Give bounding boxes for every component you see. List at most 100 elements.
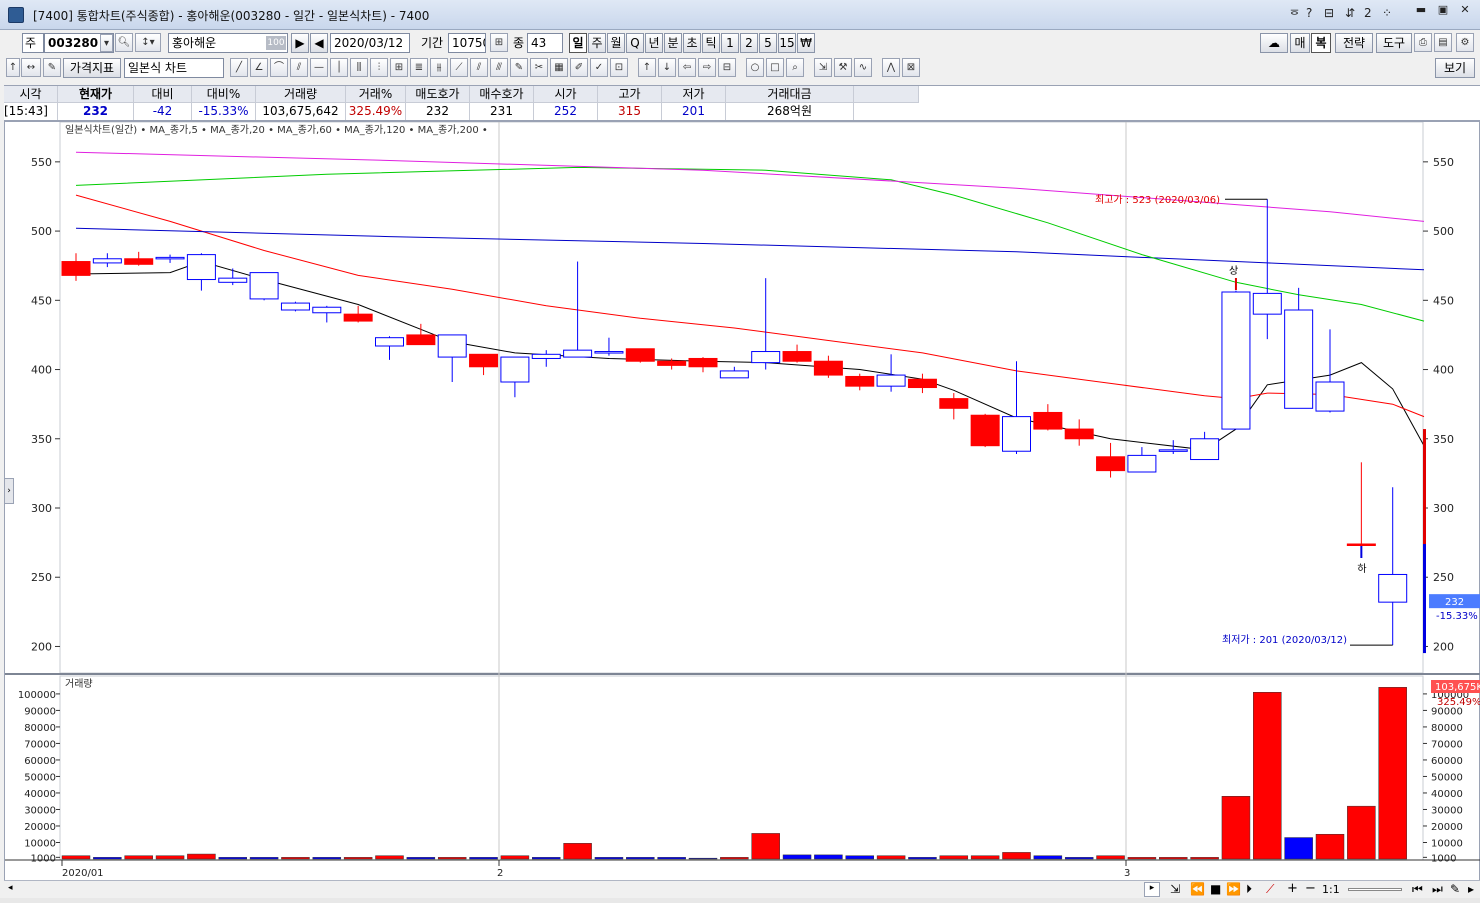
settings-icon[interactable]: ⚙ (1456, 33, 1474, 52)
cycle-tool-icon[interactable]: ⫼ (350, 58, 368, 77)
period-input[interactable]: 10750 (448, 33, 486, 53)
period-button-7[interactable]: 틱 (702, 33, 720, 53)
question-icon[interactable]: ? (1306, 6, 1312, 20)
angle-tool-icon[interactable]: ∠ (250, 58, 268, 77)
zoom-area-icon[interactable]: ⟋ (1266, 882, 1274, 897)
scroll-right-button[interactable]: ▸ (1144, 882, 1160, 897)
up-arrow-icon[interactable]: ↑ (6, 58, 20, 77)
edit-icon[interactable]: ✎ (1450, 882, 1460, 896)
panel-toggle-button[interactable]: › (4, 478, 14, 504)
circle-tool-icon[interactable]: ○ (746, 58, 764, 77)
next-button[interactable]: ▶ (291, 33, 309, 53)
erase-tool-icon[interactable]: ⊠ (902, 58, 920, 77)
market-select[interactable]: 주 (22, 33, 44, 53)
view-button[interactable]: 보기 (1435, 58, 1475, 78)
period-button-11[interactable]: 15 (778, 33, 796, 53)
tools-button[interactable]: 도구 (1376, 33, 1412, 53)
scroll-left-button[interactable]: ◂ (8, 883, 18, 896)
arrow-right-tool-icon[interactable]: ⇨ (698, 58, 716, 77)
period-button-9[interactable]: 2 (740, 33, 758, 53)
close-button[interactable]: ✕ (1454, 3, 1476, 19)
arrow-up-tool-icon[interactable]: ↑ (638, 58, 656, 77)
first-icon[interactable]: ⏮ (1412, 882, 1423, 897)
chart-type-select[interactable]: 일본식 차트 (124, 58, 224, 78)
fibo-tool-icon[interactable]: ⫶ (370, 58, 388, 77)
strategy-button[interactable]: 전략 (1335, 33, 1373, 53)
candlestick-chart[interactable]: 200 200 250 250 300 300 350 350 400 400 450 450 500 5… (5, 121, 1480, 892)
play-icon[interactable]: ⏵ (1246, 882, 1252, 897)
period-button-3[interactable]: Q (626, 33, 644, 53)
trend-tool-icon[interactable]: ⟋ (450, 58, 468, 77)
period-button-5[interactable]: 분 (664, 33, 682, 53)
cloud-button[interactable]: ☁ (1260, 33, 1288, 53)
period-button-10[interactable]: 5 (759, 33, 777, 53)
maximize-button[interactable]: ▣ (1432, 3, 1454, 19)
arrow-down-tool-icon[interactable]: ↓ (658, 58, 676, 77)
next-page-icon[interactable]: ▸ (1468, 882, 1474, 896)
speed-tool-icon[interactable]: ⫵ (430, 58, 448, 77)
wave-tool-icon[interactable]: ∿ (854, 58, 872, 77)
period-button-8[interactable]: 1 (721, 33, 739, 53)
vline-tool-icon[interactable]: │ (330, 58, 348, 77)
option-icon[interactable]: ⁘ (1382, 6, 1392, 20)
print-icon[interactable]: ⎙ (1414, 33, 1432, 52)
color-tool-icon[interactable]: ▦ (550, 58, 568, 77)
peak-tool-icon[interactable]: ⋀ (882, 58, 900, 77)
indicator-select[interactable]: 가격지표 (63, 58, 121, 78)
rect-tool-icon[interactable]: □ (766, 58, 784, 77)
pen-tool-icon[interactable]: ✎ (510, 58, 528, 77)
stop-icon[interactable]: ■ (1210, 882, 1221, 896)
cut-tool-icon[interactable]: ✂ (530, 58, 548, 77)
pattern-tool-icon[interactable]: ⫻ (490, 58, 508, 77)
text-tool-icon[interactable]: ≣ (410, 58, 428, 77)
period-button-1[interactable]: 주 (588, 33, 606, 53)
period-button-2[interactable]: 월 (607, 33, 625, 53)
zoom-slider[interactable] (1348, 888, 1402, 891)
channel-tool-icon[interactable]: ⫽ (470, 58, 488, 77)
work-tool-icon[interactable]: ⚒ (834, 58, 852, 77)
code-dropdown-icon[interactable]: ▾ (100, 34, 113, 52)
search-icon[interactable]: 🔍︎ (115, 33, 133, 52)
quote-header-6: 매도호가 (406, 86, 470, 103)
select-tool-icon[interactable]: ⇲ (814, 58, 832, 77)
compound-button[interactable]: 복 (1311, 33, 1331, 53)
save-icon[interactable]: ▤ (1434, 33, 1452, 52)
date-input[interactable]: 2020/03/12 (330, 33, 410, 53)
chart-scrollbar[interactable]: ◂ ▸ ⇲ ⏪ ■ ⏩ ⏵ ⟋ + − 1:1 ⏮ ⏭ ✎ ▸ (4, 880, 1480, 898)
marker-tool-icon[interactable]: ✐ (570, 58, 588, 77)
arc-tool-icon[interactable]: ⌒ (270, 58, 288, 77)
hline-tool-icon[interactable]: — (310, 58, 328, 77)
book-tool-icon[interactable]: ⊟ (718, 58, 736, 77)
last-icon[interactable]: ⏭ (1432, 882, 1443, 897)
expand-icon[interactable]: ↔ (21, 58, 41, 77)
period-button-4[interactable]: 년 (645, 33, 663, 53)
check-tool-icon[interactable]: ✓ (590, 58, 608, 77)
rewind-icon[interactable]: ⏪ (1190, 882, 1205, 896)
line-tool-icon[interactable]: ╱ (230, 58, 248, 77)
screen-count[interactable]: 2 (1364, 6, 1372, 20)
link-icon[interactable]: ⇵ (1345, 6, 1355, 20)
buy-sell-button[interactable]: 매 (1290, 33, 1310, 53)
period-button-0[interactable]: 일 (569, 33, 587, 53)
grid-tool-icon[interactable]: ⊞ (390, 58, 408, 77)
zoom-in-icon[interactable]: + (1287, 881, 1298, 896)
pin-icon[interactable]: ⊟ (1324, 6, 1334, 20)
zoom-icon[interactable]: ⊞ (490, 33, 508, 52)
prev-button[interactable]: ◀ (310, 33, 328, 53)
forward-icon[interactable]: ⏩ (1226, 882, 1241, 896)
arrow-left-tool-icon[interactable]: ⇦ (678, 58, 696, 77)
zoom-tool-icon[interactable]: ⌕ (786, 58, 804, 77)
sort-icon[interactable]: ↕▾ (135, 33, 161, 52)
count-input[interactable]: 43 (527, 33, 563, 53)
period-button-6[interactable]: 초 (683, 33, 701, 53)
fan-tool-icon[interactable]: ⫽ (290, 58, 308, 77)
period-button-12[interactable]: ₩ (797, 33, 815, 53)
ratio-label[interactable]: 1:1 (1322, 883, 1340, 896)
zoom-out-icon[interactable]: − (1305, 881, 1316, 896)
indicator-icon[interactable]: ✎ (43, 58, 61, 77)
fit-icon[interactable]: ⇲ (1170, 882, 1180, 896)
minimize-button[interactable]: ▬ (1410, 3, 1432, 19)
help-icon[interactable]: ᅙ (1289, 6, 1300, 23)
frame-tool-icon[interactable]: ⊡ (610, 58, 628, 77)
chart-area[interactable]: 200 200 250 250 300 300 350 350 400 400 450 450 500 5… (4, 121, 1480, 891)
